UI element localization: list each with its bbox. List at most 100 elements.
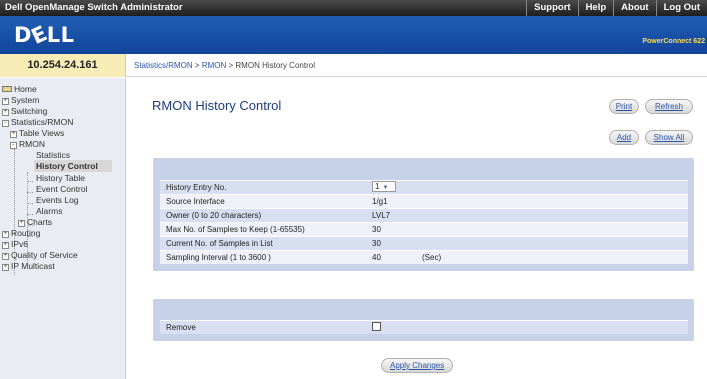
history-control-table: History Entry No. 1 ▼ Source Interface 1/… <box>160 180 688 264</box>
support-link[interactable]: Support <box>526 0 577 16</box>
field-label: Max No. of Samples to Keep (1-65535) <box>166 225 305 234</box>
owner-value: LVL7 <box>372 211 391 220</box>
breadcrumb-statistics-rmon[interactable]: Statistics/RMON <box>134 61 193 70</box>
expand-icon[interactable]: + <box>2 264 9 271</box>
top-links: Support Help About Log Out <box>526 0 707 16</box>
tree-connector <box>27 181 33 182</box>
sidebar-item-rmon[interactable]: - RMON <box>10 139 45 149</box>
expand-icon[interactable]: + <box>2 98 9 105</box>
breadcrumb-current: RMON History Control <box>235 61 315 70</box>
table-row: Owner (0 to 20 characters) LVL7 <box>160 208 688 222</box>
sampling-interval-value: 40 <box>372 253 381 262</box>
table-row: Current No. of Samples in List 30 <box>160 236 688 250</box>
breadcrumb-rmon[interactable]: RMON <box>202 61 226 70</box>
refresh-button[interactable]: Refresh <box>645 99 693 114</box>
field-label: History Entry No. <box>166 183 227 192</box>
sidebar-item-table-views[interactable]: + Table Views <box>10 128 64 138</box>
source-interface-value: 1/g1 <box>372 197 388 206</box>
max-samples-value: 30 <box>372 225 381 234</box>
sidebar-item-statistics[interactable]: Statistics <box>36 150 70 160</box>
sidebar-item-label: Switching <box>11 106 48 116</box>
collapse-icon[interactable]: - <box>10 142 17 149</box>
history-entry-select-cell: 1 ▼ <box>368 181 688 194</box>
sidebar-item-label: Statistics <box>36 150 71 160</box>
history-entry-select[interactable]: 1 ▼ <box>372 181 396 192</box>
sidebar-item-label: History Table <box>36 173 85 183</box>
sampling-interval-cell: 40 (Sec) <box>368 251 688 264</box>
sidebar-item-home[interactable]: Home <box>2 84 37 94</box>
remove-checkbox[interactable] <box>372 322 381 331</box>
sidebar-item-label: RMON <box>19 139 45 149</box>
remove-checkbox-cell <box>368 321 688 334</box>
product-name: PowerConnect 622 <box>642 38 705 45</box>
table-row: Max No. of Samples to Keep (1-65535) 30 <box>160 222 688 236</box>
sidebar-item-label: Home <box>14 84 37 94</box>
sidebar-item-switching[interactable]: + Switching <box>2 106 47 116</box>
home-icon <box>2 86 12 92</box>
sidebar-item-label: History Control <box>36 161 98 171</box>
logout-link[interactable]: Log Out <box>655 0 707 16</box>
expand-icon[interactable]: + <box>2 109 9 116</box>
field-label: Owner (0 to 20 characters) <box>166 211 262 220</box>
sidebar-item-system[interactable]: + System <box>2 95 39 105</box>
sidebar-item-label: Quality of Service <box>11 250 78 260</box>
current-samples-value: 30 <box>372 239 381 248</box>
table-row: Remove <box>160 320 688 334</box>
status-bar: 10.254.24.161 Statistics/RMON > RMON > R… <box>0 54 707 77</box>
table-row: Source Interface 1/g1 <box>160 194 688 208</box>
show-all-button[interactable]: Show All <box>645 130 693 145</box>
banner: DELL PowerConnect 622 <box>0 16 707 54</box>
sidebar-item-label: IP Multicast <box>11 261 55 271</box>
expand-icon[interactable]: + <box>10 131 17 138</box>
sidebar-item-routing[interactable]: + Routing <box>2 228 40 238</box>
sidebar-item-label: Routing <box>11 228 41 238</box>
tree-connector <box>27 214 33 215</box>
sidebar-item-label: Event Control <box>36 184 88 194</box>
expand-icon[interactable]: + <box>2 231 9 238</box>
device-ip: 10.254.24.161 <box>0 54 126 77</box>
expand-icon[interactable]: + <box>2 253 9 260</box>
sidebar-item-label: Events Log <box>36 195 79 205</box>
tree-connector <box>27 203 33 204</box>
sidebar-item-event-control[interactable]: Event Control <box>36 184 88 194</box>
expand-icon[interactable]: + <box>18 220 25 227</box>
print-button[interactable]: Print <box>609 99 639 114</box>
history-entry-value: 1 <box>375 182 380 191</box>
sidebar-item-ipv6[interactable]: + IPv6 <box>2 239 28 249</box>
collapse-icon[interactable]: - <box>2 120 9 127</box>
about-link[interactable]: About <box>613 0 655 16</box>
add-button[interactable]: Add <box>609 130 639 145</box>
page-title: RMON History Control <box>152 98 282 113</box>
sampling-interval-unit: (Sec) <box>422 253 442 262</box>
help-link[interactable]: Help <box>577 0 614 16</box>
sidebar-item-history-control[interactable]: History Control <box>34 160 112 172</box>
remove-table: Remove <box>160 320 688 334</box>
sidebar-item-charts[interactable]: + Charts <box>18 217 52 227</box>
tree-connector <box>27 192 33 193</box>
chevron-down-icon: ▼ <box>382 185 389 191</box>
table-row: Sampling Interval (1 to 3600 ) 40 (Sec) <box>160 250 688 264</box>
sidebar-item-ip-multicast[interactable]: + IP Multicast <box>2 261 55 271</box>
top-bar: Dell OpenManage Switch Administrator Sup… <box>0 0 707 16</box>
sidebar-item-alarms[interactable]: Alarms <box>36 206 62 216</box>
breadcrumb: Statistics/RMON > RMON > RMON History Co… <box>134 54 315 77</box>
field-label: Remove <box>166 323 196 332</box>
field-label: Source Interface <box>166 197 225 206</box>
apply-changes-button[interactable]: Apply Changes <box>381 358 454 373</box>
dell-logo: DELL <box>14 20 75 50</box>
sidebar-item-events-log[interactable]: Events Log <box>36 195 79 205</box>
sidebar-item-label: IPv6 <box>11 239 29 249</box>
expand-icon[interactable]: + <box>2 242 9 249</box>
sidebar-item-statistics-rmon[interactable]: - Statistics/RMON <box>2 117 73 127</box>
app-title: Dell OpenManage Switch Administrator <box>5 2 183 13</box>
sidebar-item-label: Alarms <box>36 206 63 216</box>
breadcrumb-separator: > <box>194 61 200 70</box>
sidebar-item-history-table[interactable]: History Table <box>36 173 85 183</box>
sidebar-item-label: System <box>11 95 40 105</box>
table-row: History Entry No. 1 ▼ <box>160 180 688 194</box>
sidebar-item-quality-of-service[interactable]: + Quality of Service <box>2 250 78 260</box>
sidebar-item-label: Statistics/RMON <box>11 117 74 127</box>
sidebar-item-label: Table Views <box>19 128 65 138</box>
field-label: Current No. of Samples in List <box>166 239 273 248</box>
field-label: Sampling Interval (1 to 3600 ) <box>166 253 271 262</box>
